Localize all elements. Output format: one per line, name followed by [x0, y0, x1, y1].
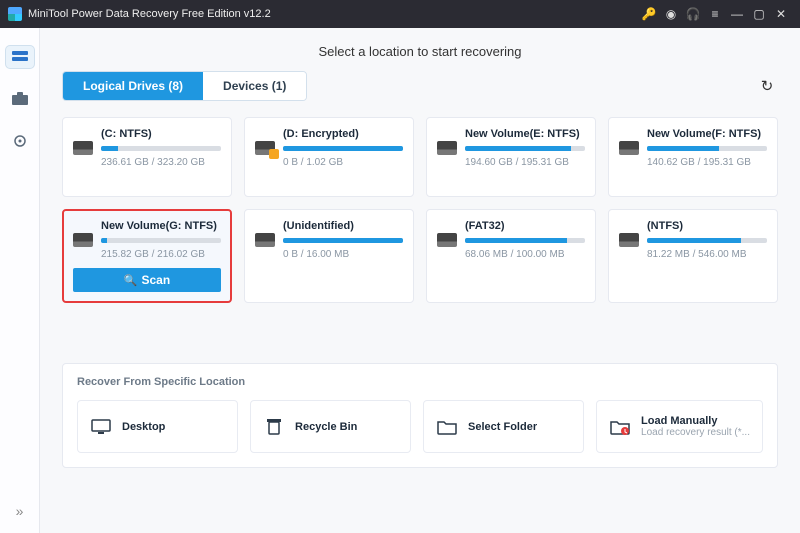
- drive-card[interactable]: (C: NTFS) 236.61 GB / 323.20 GB: [62, 117, 232, 197]
- drive-card[interactable]: New Volume(E: NTFS) 194.60 GB / 195.31 G…: [426, 117, 596, 197]
- close-button[interactable]: ✕: [770, 3, 792, 25]
- tab-logical-drives[interactable]: Logical Drives (8): [63, 72, 203, 100]
- location-section-title: Recover From Specific Location: [77, 376, 763, 388]
- drive-card[interactable]: (D: Encrypted) 0 B / 1.02 GB: [244, 117, 414, 197]
- sidebar-drives-icon[interactable]: [6, 46, 34, 68]
- drive-name: (NTFS): [647, 220, 767, 232]
- location-label: Recycle Bin: [295, 421, 357, 433]
- drive-name: (FAT32): [465, 220, 585, 232]
- menu-icon[interactable]: ≡: [704, 3, 726, 25]
- desktop-icon: [90, 418, 112, 436]
- drive-name: New Volume(E: NTFS): [465, 128, 585, 140]
- drive-name: (Unidentified): [283, 220, 403, 232]
- tabs: Logical Drives (8) Devices (1): [62, 71, 307, 101]
- minimize-button[interactable]: —: [726, 3, 748, 25]
- drive-size: 236.61 GB / 323.20 GB: [101, 157, 221, 168]
- drive-usage-bar: [465, 238, 585, 243]
- drive-name: (C: NTFS): [101, 128, 221, 140]
- drive-card[interactable]: (Unidentified) 0 B / 16.00 MB: [244, 209, 414, 303]
- drive-grid: (C: NTFS) 236.61 GB / 323.20 GB (D: Encr…: [62, 117, 778, 303]
- drive-usage-bar: [101, 238, 221, 243]
- app-logo-icon: [8, 7, 22, 21]
- location-desktop[interactable]: Desktop: [77, 400, 238, 453]
- disk-icon: [619, 141, 639, 155]
- location-folder[interactable]: Select Folder: [423, 400, 584, 453]
- disk-icon: [255, 141, 275, 155]
- disk-icon: [255, 233, 275, 247]
- folder-icon: [436, 418, 458, 436]
- drive-card[interactable]: (NTFS) 81.22 MB / 546.00 MB: [608, 209, 778, 303]
- headset-icon[interactable]: 🎧: [682, 3, 704, 25]
- key-icon[interactable]: 🔑: [638, 3, 660, 25]
- sidebar: »: [0, 28, 40, 533]
- drive-size: 81.22 MB / 546.00 MB: [647, 249, 767, 260]
- drive-card[interactable]: New Volume(F: NTFS) 140.62 GB / 195.31 G…: [608, 117, 778, 197]
- titlebar: MiniTool Power Data Recovery Free Editio…: [0, 0, 800, 28]
- location-label: Select Folder: [468, 421, 537, 433]
- sidebar-expand-icon[interactable]: »: [16, 503, 24, 519]
- drive-size: 215.82 GB / 216.02 GB: [101, 249, 221, 260]
- drive-card[interactable]: New Volume(G: NTFS) 215.82 GB / 216.02 G…: [62, 209, 232, 303]
- drive-size: 68.06 MB / 100.00 MB: [465, 249, 585, 260]
- drive-name: New Volume(F: NTFS): [647, 128, 767, 140]
- location-trash[interactable]: Recycle Bin: [250, 400, 411, 453]
- location-load[interactable]: Load Manually Load recovery result (*...: [596, 400, 763, 453]
- sidebar-settings-icon[interactable]: [6, 130, 34, 152]
- drive-size: 194.60 GB / 195.31 GB: [465, 157, 585, 168]
- drive-name: (D: Encrypted): [283, 128, 403, 140]
- sidebar-briefcase-icon[interactable]: [6, 88, 34, 110]
- disk-icon: [73, 233, 93, 247]
- refresh-icon[interactable]: ↻: [756, 75, 778, 97]
- trash-icon: [263, 418, 285, 436]
- drive-card[interactable]: (FAT32) 68.06 MB / 100.00 MB: [426, 209, 596, 303]
- drive-usage-bar: [283, 146, 403, 151]
- disk-icon: [437, 141, 457, 155]
- disk-icon: [437, 233, 457, 247]
- drive-size: 140.62 GB / 195.31 GB: [647, 157, 767, 168]
- globe-icon[interactable]: ◉: [660, 3, 682, 25]
- drive-name: New Volume(G: NTFS): [101, 220, 221, 232]
- drive-usage-bar: [647, 146, 767, 151]
- disk-icon: [73, 141, 93, 155]
- location-label: Desktop: [122, 421, 165, 433]
- drive-usage-bar: [283, 238, 403, 243]
- disk-icon: [619, 233, 639, 247]
- maximize-button[interactable]: ▢: [748, 3, 770, 25]
- location-section: Recover From Specific Location Desktop R…: [62, 363, 778, 468]
- load-icon: [609, 418, 631, 436]
- drive-size: 0 B / 16.00 MB: [283, 249, 403, 260]
- drive-size: 0 B / 1.02 GB: [283, 157, 403, 168]
- page-heading: Select a location to start recovering: [62, 38, 778, 71]
- location-sub: Load recovery result (*...: [641, 427, 750, 438]
- scan-button[interactable]: Scan: [73, 268, 221, 292]
- app-title: MiniTool Power Data Recovery Free Editio…: [28, 8, 271, 20]
- drive-usage-bar: [101, 146, 221, 151]
- location-label: Load Manually: [641, 415, 750, 427]
- drive-usage-bar: [647, 238, 767, 243]
- drive-usage-bar: [465, 146, 585, 151]
- tab-devices[interactable]: Devices (1): [203, 72, 306, 100]
